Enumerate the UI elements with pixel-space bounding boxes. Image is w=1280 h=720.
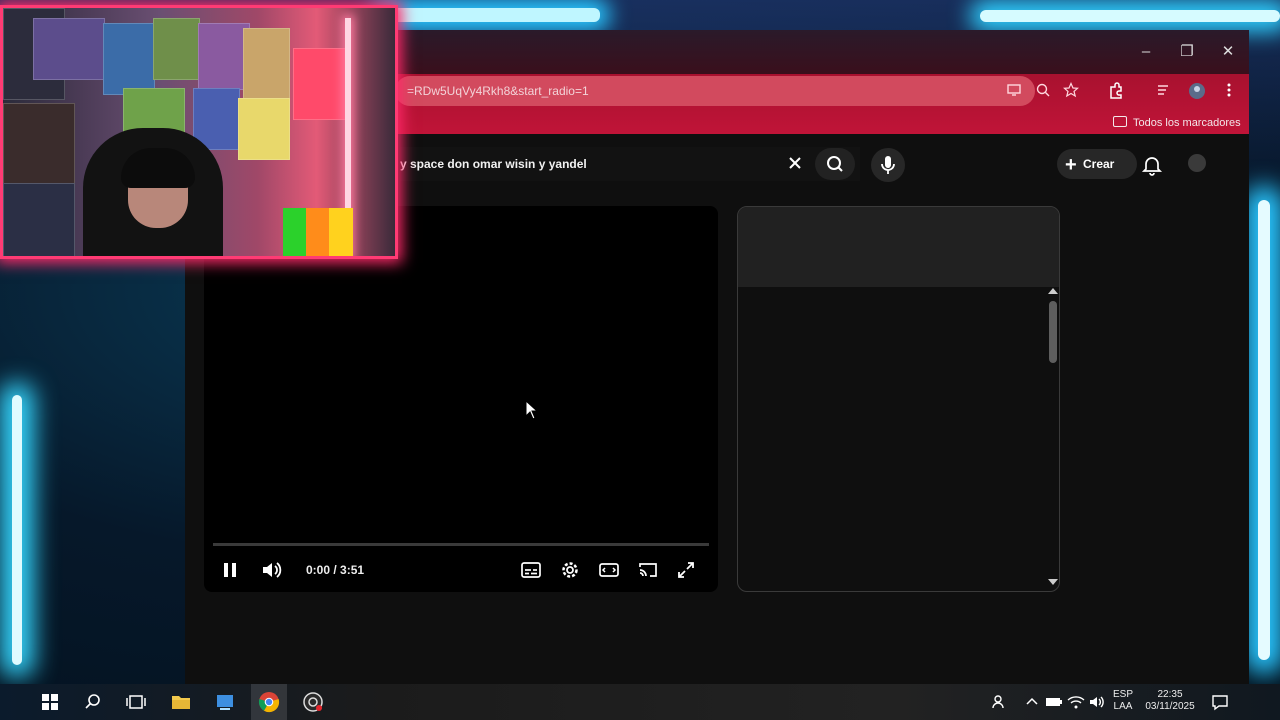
- windows-logo-icon: [42, 694, 58, 710]
- taskbar-search-button[interactable]: [81, 690, 105, 714]
- create-label: Crear: [1083, 157, 1115, 171]
- panel-scroll-thumb[interactable]: [1049, 301, 1057, 363]
- media-controls-icon[interactable]: [1155, 82, 1173, 100]
- folder-icon: [172, 696, 190, 709]
- clock-time: 22:35: [1157, 689, 1183, 700]
- theater-mode-icon: [599, 563, 619, 577]
- system-clock[interactable]: 22:35 03/11/2025: [1140, 689, 1200, 713]
- people-icon[interactable]: [988, 690, 1012, 714]
- obs-icon: [303, 692, 323, 712]
- restore-button[interactable]: ❐: [1167, 38, 1207, 66]
- keyboard-layout: LAA: [1113, 701, 1133, 712]
- profile-avatar-icon[interactable]: [1188, 82, 1206, 100]
- account-avatar[interactable]: [1188, 154, 1206, 172]
- poster: [33, 18, 105, 80]
- clear-search-icon[interactable]: [785, 154, 805, 174]
- search-button[interactable]: [815, 148, 855, 180]
- bookmark-star-icon[interactable]: [1062, 82, 1080, 100]
- poster: [293, 48, 350, 120]
- volume-button[interactable]: [260, 559, 282, 581]
- cast-button[interactable]: [637, 559, 659, 581]
- fullscreen-icon: [678, 562, 694, 578]
- input-language-indicator[interactable]: ESP LAA: [1110, 689, 1136, 713]
- video-progress-bar[interactable]: [213, 543, 709, 546]
- search-icon: [85, 694, 100, 709]
- neon-light-top: [380, 8, 600, 22]
- poster: [3, 183, 75, 256]
- neon-light-right: [1258, 200, 1270, 660]
- rubiks-cube: [283, 208, 353, 256]
- pause-icon: [224, 563, 236, 577]
- webcam-overlay: [0, 5, 398, 259]
- page-scrollbar[interactable]: [1235, 140, 1249, 685]
- cast-icon: [639, 563, 657, 577]
- task-view-icon: [126, 695, 146, 709]
- search-query: y space don omar wisin y yandel: [400, 157, 587, 171]
- volume-icon: [263, 562, 282, 578]
- browser-menu-icon[interactable]: [1220, 82, 1238, 100]
- extensions-icon[interactable]: [1107, 82, 1125, 100]
- subtitles-button[interactable]: [520, 559, 542, 581]
- neon-light-left: [12, 395, 22, 665]
- microphone-icon: [881, 156, 895, 174]
- streamer-hair: [121, 148, 195, 188]
- clock-date: 03/11/2025: [1145, 701, 1195, 712]
- pinned-app-button[interactable]: [213, 690, 237, 714]
- settings-button[interactable]: [559, 559, 581, 581]
- poster: [153, 18, 200, 80]
- subtitles-icon: [521, 562, 541, 578]
- poster: [3, 103, 75, 185]
- panel-header: [738, 207, 1059, 287]
- search-icon: [827, 156, 843, 172]
- all-bookmarks-button[interactable]: Todos los marcadores: [1113, 114, 1241, 132]
- create-button[interactable]: + Crear: [1057, 149, 1137, 179]
- folder-icon: [1113, 116, 1127, 127]
- show-hidden-icons-chevron-up-icon[interactable]: [1020, 690, 1044, 714]
- scroll-up-arrow-icon[interactable]: [1048, 288, 1058, 294]
- theater-mode-button[interactable]: [598, 559, 620, 581]
- zoom-icon[interactable]: [1034, 82, 1052, 100]
- voice-search-button[interactable]: [871, 148, 905, 182]
- task-view-button[interactable]: [124, 690, 148, 714]
- pause-button[interactable]: [219, 559, 241, 581]
- battery-icon[interactable]: [1042, 690, 1066, 714]
- close-window-button[interactable]: ✕: [1208, 38, 1248, 66]
- bookmarks-label: Todos los marcadores: [1133, 117, 1241, 129]
- action-center-icon[interactable]: [1208, 690, 1232, 714]
- poster: [103, 23, 155, 95]
- side-panel: [737, 206, 1060, 592]
- fullscreen-button[interactable]: [675, 559, 697, 581]
- chrome-taskbar-button[interactable]: [257, 690, 281, 714]
- volume-tray-icon[interactable]: [1085, 690, 1109, 714]
- app-icon: [217, 695, 233, 710]
- install-app-icon[interactable]: [1005, 82, 1023, 100]
- obs-taskbar-button[interactable]: [301, 690, 325, 714]
- poster: [238, 98, 290, 160]
- file-explorer-button[interactable]: [169, 690, 193, 714]
- scroll-down-arrow-icon[interactable]: [1048, 579, 1058, 585]
- language-code: ESP: [1112, 689, 1133, 700]
- notifications-bell-icon[interactable]: [1141, 154, 1163, 176]
- gear-icon: [562, 562, 578, 578]
- start-button[interactable]: [38, 690, 62, 714]
- plus-icon: +: [1065, 154, 1077, 176]
- neon-light-top-right: [980, 10, 1280, 22]
- time-display: 0:00 / 3:51: [306, 563, 365, 577]
- chrome-icon: [258, 692, 280, 713]
- video-player[interactable]: [204, 206, 718, 592]
- minimize-button[interactable]: –: [1126, 38, 1166, 66]
- poster: [243, 28, 290, 100]
- address-bar[interactable]: =RDw5UqVy4Rkh8&start_radio=1: [395, 76, 1035, 106]
